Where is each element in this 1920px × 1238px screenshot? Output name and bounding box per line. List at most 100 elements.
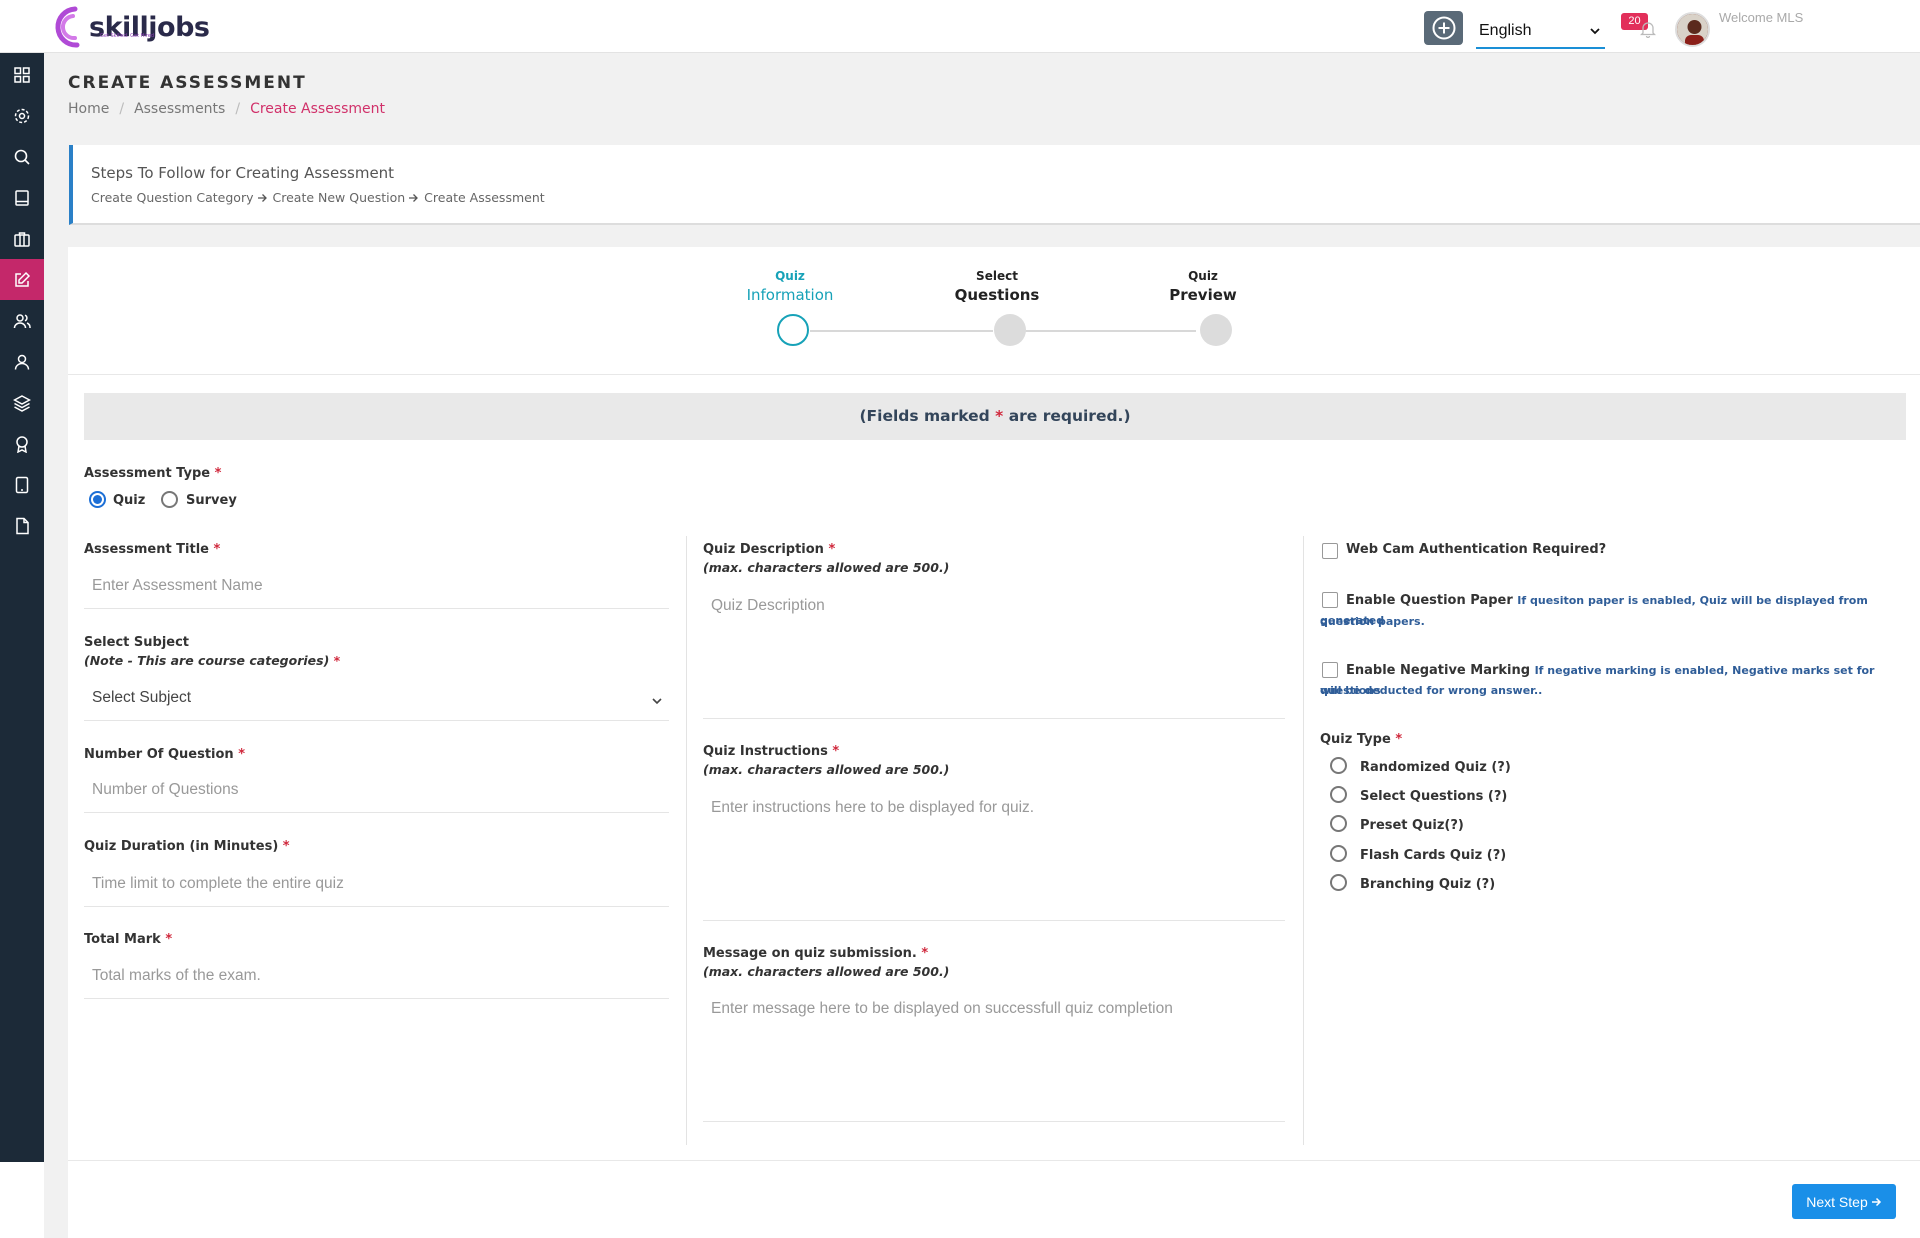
quiz-description-textarea[interactable]: Quiz Description: [703, 595, 1285, 719]
assessment-type-survey-radio[interactable]: [161, 491, 178, 508]
sidebar-item-courses[interactable]: [0, 177, 44, 218]
sidebar-item-devices[interactable]: [0, 464, 44, 505]
required-star: *: [828, 542, 836, 557]
quiz-type-randomized-label[interactable]: Randomized Quiz (?): [1360, 760, 1511, 775]
steps-title: Steps To Follow for Creating Assessment: [91, 164, 395, 182]
quiz-instructions-textarea[interactable]: Enter instructions here to be displayed …: [703, 797, 1285, 921]
submission-message-note: (max. characters allowed are 500.): [703, 964, 950, 979]
sidebar-item-search[interactable]: [0, 136, 44, 177]
page-title: CREATE ASSESSMENT: [68, 73, 307, 93]
sidebar-item-dashboard[interactable]: [0, 54, 44, 95]
label-text: Assessment Title: [84, 542, 209, 557]
negative-marking-hint-cont: will be deducted for wrong answer..: [1320, 684, 1543, 697]
wizard-step-info-circle[interactable]: [777, 314, 809, 346]
required-star: *: [282, 839, 290, 854]
sidebar-item-users[interactable]: [0, 300, 44, 341]
chevron-down-icon: [652, 698, 662, 705]
breadcrumb-current: Create Assessment: [250, 101, 386, 117]
label-text: Select Subject: [84, 635, 190, 650]
arrow-right-icon: [1871, 1197, 1881, 1206]
quiz-type-flash-cards-radio[interactable]: [1330, 845, 1347, 862]
breadcrumb-assessments[interactable]: Assessments: [134, 101, 225, 117]
steps-info-box: Steps To Follow for Creating Assessment …: [69, 145, 1920, 225]
column-divider: [1303, 536, 1304, 1145]
required-star: *: [832, 744, 840, 759]
add-button[interactable]: [1424, 11, 1463, 45]
assessment-type-quiz-label[interactable]: Quiz: [113, 493, 145, 508]
next-step-button[interactable]: Next Step: [1792, 1184, 1896, 1219]
logo-swirl-icon: [47, 3, 87, 51]
quiz-type-select-questions-label[interactable]: Select Questions (?): [1360, 789, 1507, 804]
step-create-question[interactable]: Create New Question: [273, 190, 406, 205]
required-star: *: [921, 946, 929, 961]
assessment-type-quiz-radio[interactable]: [89, 491, 106, 508]
wizard-connector: [1025, 330, 1196, 332]
arrow-right-icon: [257, 193, 267, 202]
sidebar-item-jobs[interactable]: [0, 218, 44, 259]
quiz-type-preset-radio[interactable]: [1330, 815, 1347, 832]
webcam-auth-label[interactable]: Web Cam Authentication Required?: [1346, 542, 1606, 557]
number-of-questions-input[interactable]: Number of Questions: [84, 781, 669, 813]
award-icon: [16, 435, 28, 453]
select-subject-label: Select Subject (Note - This are course c…: [84, 635, 340, 668]
quiz-instructions-note: (max. characters allowed are 500.): [703, 762, 950, 777]
total-mark-input[interactable]: Total marks of the exam.: [84, 967, 669, 999]
search-icon: [14, 149, 30, 165]
quiz-duration-input[interactable]: Time limit to complete the entire quiz: [84, 875, 669, 907]
arrow-right-icon: [409, 193, 419, 202]
sidebar: [0, 53, 44, 1162]
label-text: Quiz Instructions: [703, 744, 828, 759]
sidebar-item-profile[interactable]: [0, 341, 44, 382]
top-bar: skilljobs Get Skilled. Get Hired English…: [0, 0, 1920, 53]
users-icon: [13, 313, 31, 328]
wizard-step-questions-circle[interactable]: [994, 314, 1026, 346]
assessment-type-survey-label[interactable]: Survey: [186, 493, 237, 508]
edit-icon: [15, 271, 31, 287]
note-text: (Note - This are course categories): [84, 653, 330, 668]
assessment-title-input[interactable]: Enter Assessment Name: [84, 577, 669, 609]
wizard-step-preview-label[interactable]: Quiz Preview: [1123, 269, 1283, 304]
sidebar-item-certificates[interactable]: [0, 423, 44, 464]
next-step-label: Next Step: [1806, 1193, 1868, 1210]
submission-message-textarea[interactable]: Enter message here to be displayed on su…: [703, 998, 1285, 1122]
label-text: Quiz Description: [703, 542, 824, 557]
wizard-step-questions-label[interactable]: Select Questions: [917, 269, 1077, 304]
sidebar-item-settings[interactable]: [0, 95, 44, 136]
assessment-title-label: Assessment Title *: [84, 542, 220, 557]
wizard-step-small: Quiz: [1188, 269, 1218, 283]
step-create-assessment[interactable]: Create Assessment: [424, 190, 545, 205]
submission-message-label: Message on quiz submission. * (max. char…: [703, 946, 949, 979]
quiz-type-select-questions-radio[interactable]: [1330, 786, 1347, 803]
select-subject-dropdown[interactable]: Select Subject: [84, 689, 669, 721]
sidebar-item-layers[interactable]: [0, 382, 44, 423]
wizard-step-preview-circle[interactable]: [1200, 314, 1232, 346]
plus-circle-icon: [1432, 16, 1455, 40]
breadcrumb-home[interactable]: Home: [68, 101, 109, 117]
required-star: *: [1395, 732, 1403, 747]
quiz-type-preset-label[interactable]: Preset Quiz(?): [1360, 818, 1464, 833]
webcam-auth-checkbox[interactable]: [1322, 543, 1338, 559]
wizard-step-big: Preview: [1169, 286, 1237, 304]
quiz-type-branching-radio[interactable]: [1330, 874, 1347, 891]
required-star: *: [165, 932, 173, 947]
brand-logo[interactable]: skilljobs: [47, 3, 210, 51]
sidebar-item-reports[interactable]: [0, 505, 44, 546]
quiz-type-flash-cards-label[interactable]: Flash Cards Quiz (?): [1360, 848, 1506, 863]
brand-tagline: Get Skilled. Get Hired: [100, 33, 155, 39]
divider: [68, 374, 1920, 375]
quiz-description-label: Quiz Description * (max. characters allo…: [703, 542, 949, 575]
welcome-text: Welcome MLS: [1719, 10, 1804, 25]
sidebar-item-assessments[interactable]: [0, 259, 44, 300]
user-avatar[interactable]: [1675, 12, 1710, 47]
bell-icon[interactable]: [1640, 20, 1656, 38]
required-fields-banner: (Fields marked * are required.): [84, 393, 1906, 440]
quiz-type-randomized-radio[interactable]: [1330, 757, 1347, 774]
label-text: Message on quiz submission.: [703, 946, 917, 961]
label-text: Quiz Duration (in Minutes): [84, 839, 279, 854]
wizard-step-info-label[interactable]: Quiz Information: [710, 269, 870, 304]
quiz-type-branching-label[interactable]: Branching Quiz (?): [1360, 877, 1495, 892]
breadcrumb: Home / Assessments / Create Assessment: [68, 101, 385, 117]
step-create-category[interactable]: Create Question Category: [91, 190, 254, 205]
language-select[interactable]: English: [1476, 19, 1605, 49]
dashboard-icon: [14, 66, 30, 83]
